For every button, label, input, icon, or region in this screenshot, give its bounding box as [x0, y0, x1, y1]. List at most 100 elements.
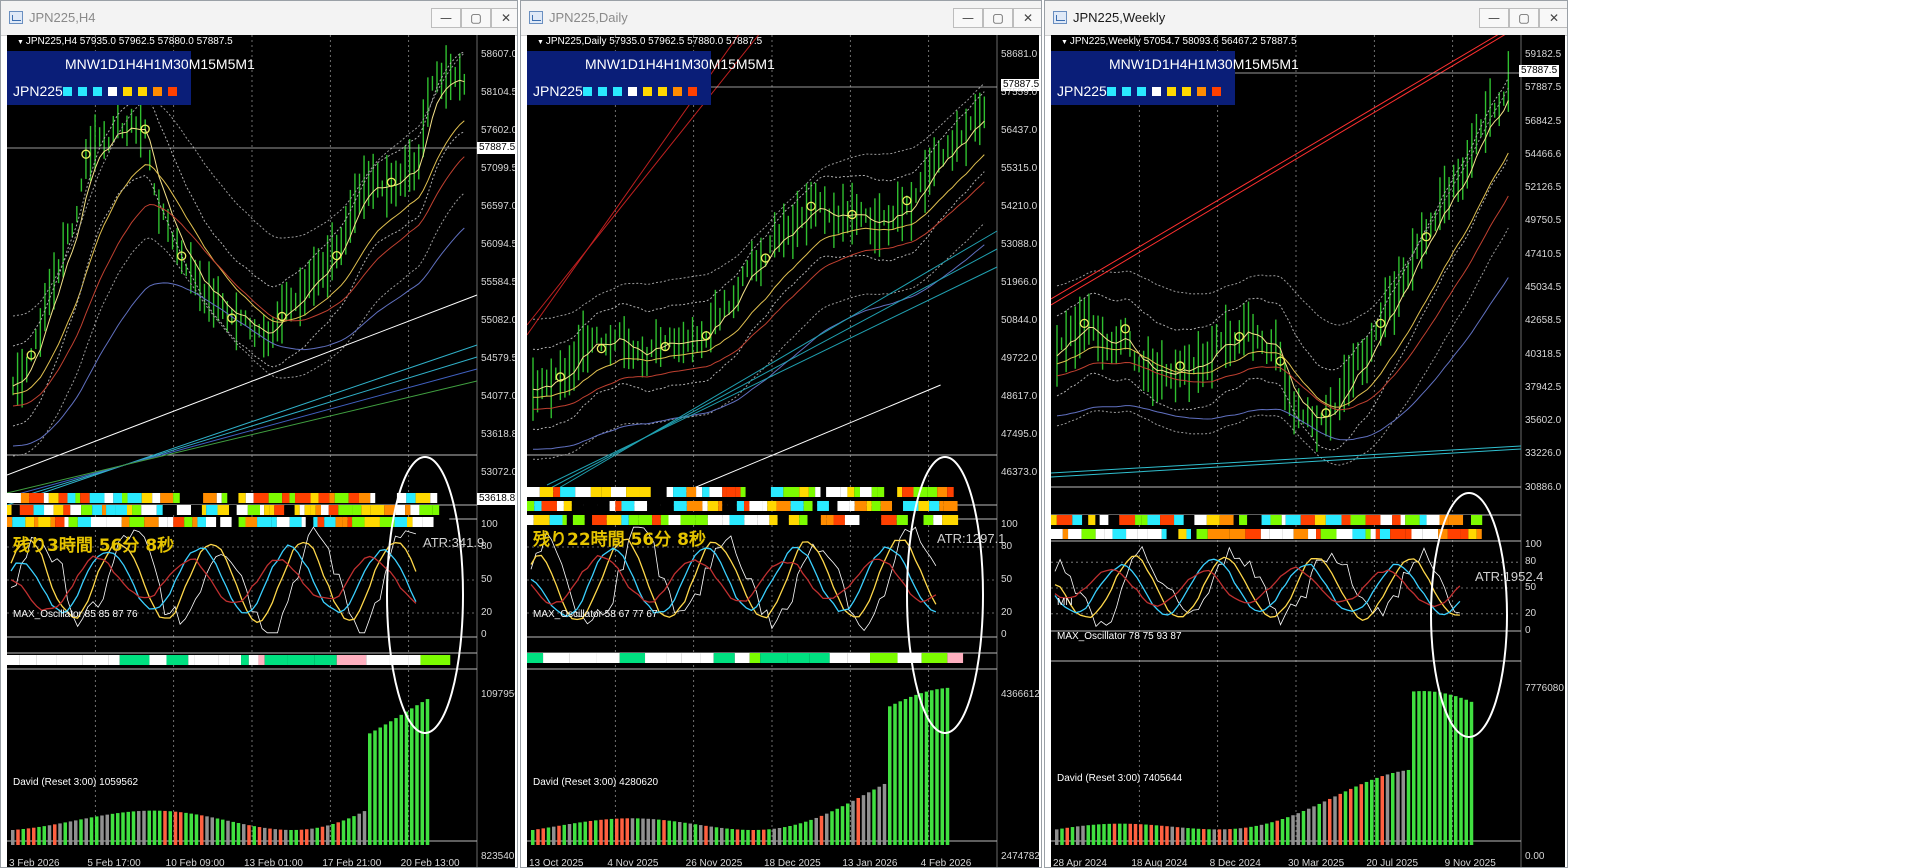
timeframe-cell — [1182, 87, 1191, 96]
signal-strip-cell — [1095, 529, 1105, 539]
price-axis-label: 51966.0 — [1001, 277, 1038, 288]
price-axis-label: 55584.5 — [481, 277, 515, 288]
maximize-button[interactable]: ▢ — [461, 8, 491, 28]
signal-strip-cell — [849, 501, 855, 511]
david-bar — [268, 828, 272, 845]
price-axis-label: 46373.0 — [1001, 467, 1038, 478]
david-bar — [189, 813, 193, 845]
signal-strip-cell — [1239, 515, 1248, 525]
oscillator-label: MAX_Oscillator 85 85 87 76 — [13, 609, 138, 620]
chart-canvas[interactable]: JPN225,Daily 57935.0 57962.5 57880.0 578… — [527, 35, 1039, 868]
timeframe-cells — [1107, 87, 1221, 96]
signal-strip-cell — [433, 517, 450, 527]
david-bar — [1055, 829, 1059, 845]
david-bar — [1165, 826, 1169, 845]
chart-plot[interactable] — [7, 35, 515, 868]
timeframe-cell — [598, 87, 607, 96]
close-button[interactable]: ✕ — [491, 8, 517, 28]
signal-strip-cell — [686, 501, 703, 511]
signal-strip-cell — [884, 487, 898, 497]
oscillator-axis-label: 50 — [1001, 574, 1013, 585]
signal-strip-cell — [294, 505, 300, 515]
minimize-button[interactable]: — — [1479, 8, 1509, 28]
chart-plot[interactable] — [1051, 35, 1565, 868]
signal-strip-cell — [144, 517, 159, 527]
chart-window-daily[interactable]: JPN225,Daily — ▢ ✕ JPN225,Daily 57935.0 … — [520, 0, 1042, 868]
signal-strip-cell — [709, 487, 723, 497]
moving-average-line — [532, 181, 985, 410]
maximize-button[interactable]: ▢ — [983, 8, 1013, 28]
david-bar — [814, 817, 818, 845]
signal-strip-cell — [902, 487, 914, 497]
window-titlebar[interactable]: JPN225,Weekly — ▢ ✕ — [1045, 1, 1567, 36]
david-bar — [1076, 826, 1080, 845]
signal-strip-cell — [844, 515, 860, 525]
signal-strip-cell — [370, 505, 385, 515]
oscillator-label: MAX_Oscillator 58 67 77 67 — [533, 609, 658, 620]
david-bar — [573, 823, 577, 845]
signal-strip-cell — [245, 517, 258, 527]
david-axis-label: 823540 — [481, 851, 515, 862]
signal-strip-cell — [1405, 515, 1420, 525]
price-axis-label: 57887.5 — [1525, 82, 1562, 94]
signal-strip-cell — [430, 493, 438, 503]
david-bar — [116, 813, 120, 845]
price-axis-label: 48617.0 — [1001, 391, 1038, 402]
signal-strip-cell — [329, 493, 335, 503]
window-titlebar[interactable]: JPN225,Daily — ▢ ✕ — [521, 1, 1041, 36]
chart-window-h4[interactable]: JPN225,H4 — ▢ ✕ JPN225,H4 57935.0 57962.… — [0, 0, 518, 868]
signal-strip-cell — [231, 517, 239, 527]
minimize-button[interactable]: — — [953, 8, 983, 28]
timeframe-cell — [123, 87, 132, 96]
timeframe-panel: MNW1D1H4H1M30M15M5M1 JPN225 — [7, 51, 255, 105]
maximize-button[interactable]: ▢ — [1509, 8, 1539, 28]
signal-strip-cell — [1411, 529, 1423, 539]
david-bar — [1118, 823, 1122, 845]
david-bar — [331, 823, 335, 845]
signal-strip-cell — [767, 501, 777, 511]
david-bar — [221, 819, 225, 845]
chart-window-weekly[interactable]: JPN225,Weekly — ▢ ✕ JPN225,Weekly 57054.… — [1044, 0, 1568, 868]
signal-strip-cell — [405, 505, 411, 515]
chart-canvas[interactable]: JPN225,Weekly 57054.7 58093.6 56467.2 57… — [1051, 35, 1565, 868]
close-button[interactable]: ✕ — [1013, 8, 1041, 28]
signal-strip-cell — [615, 501, 622, 511]
chart-canvas[interactable]: JPN225,H4 57935.0 57962.5 57880.0 57887.… — [7, 35, 515, 868]
signal-strip-cell — [1147, 515, 1161, 525]
david-bar — [693, 824, 698, 845]
signal-strip-cell — [167, 517, 174, 527]
signal-strip-cell — [1082, 515, 1089, 525]
david-bar — [168, 811, 172, 845]
signal-strip-cell — [783, 487, 800, 497]
david-bar — [1359, 784, 1363, 845]
signal-strip-cell — [634, 501, 648, 511]
signal-strip-cell — [592, 515, 607, 525]
window-titlebar[interactable]: JPN225,H4 — ▢ ✕ — [1, 1, 517, 36]
signal-strip-cell — [269, 505, 275, 515]
david-bar — [1280, 818, 1285, 845]
signal-strip-cell — [216, 493, 222, 503]
timeframe-labels: MNW1D1H4H1M30M15M5M1 — [585, 56, 775, 72]
timeframe-cell — [583, 87, 592, 96]
david-bar — [1343, 791, 1348, 845]
signal-strip-cell — [422, 517, 434, 527]
multi-strip-cell — [194, 655, 219, 665]
signal-strip-cell — [621, 515, 629, 525]
signal-strip-cell — [826, 487, 841, 497]
signal-strip-cell — [696, 487, 703, 497]
minimize-button[interactable]: — — [431, 8, 461, 28]
signal-strip-cell — [876, 515, 882, 525]
david-bar — [583, 821, 587, 845]
chart-plot[interactable] — [527, 35, 1039, 868]
signal-strip-cell — [315, 505, 321, 515]
david-bar — [79, 819, 83, 845]
signal-strip-cell — [749, 501, 763, 511]
david-bar — [531, 830, 535, 845]
multi-strip-cell — [734, 653, 750, 663]
close-button[interactable]: ✕ — [1539, 8, 1567, 28]
current-price-tag: 57887.5 — [477, 142, 515, 154]
david-bar — [699, 825, 703, 845]
david-bar — [1354, 786, 1358, 845]
signal-strip-cell — [707, 515, 723, 525]
david-bar — [63, 822, 67, 845]
